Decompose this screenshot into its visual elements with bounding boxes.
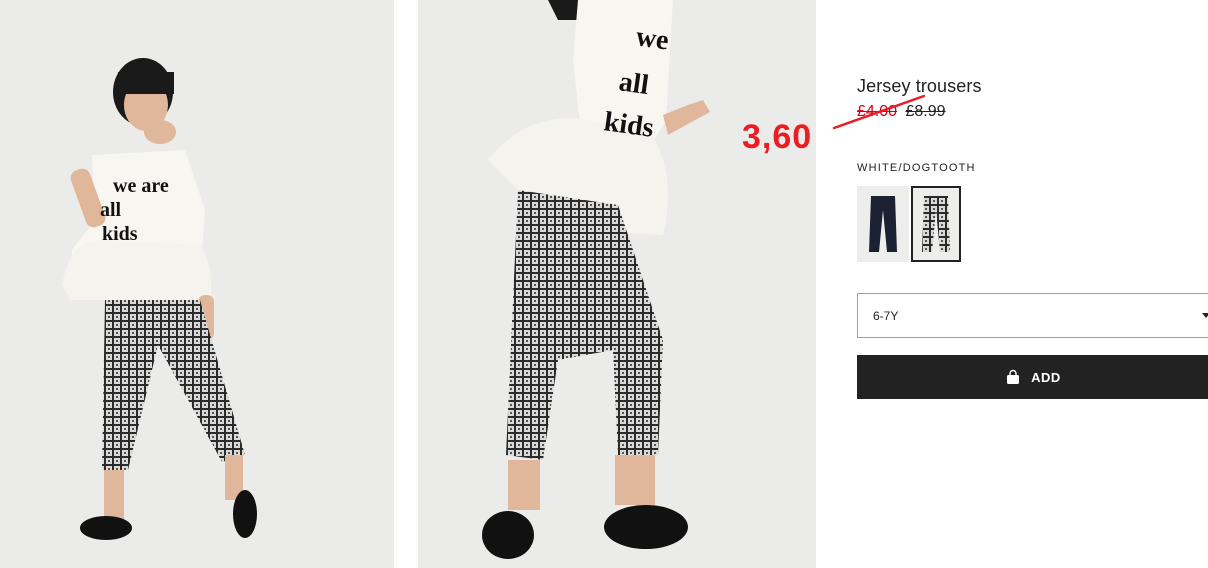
shirt-text-line-2: all xyxy=(100,199,122,221)
shirt-text-line-1: we are xyxy=(113,175,169,197)
trousers-thumbnail-icon xyxy=(913,188,959,260)
shopping-bag-icon xyxy=(1007,369,1020,384)
swatch-navy[interactable] xyxy=(857,186,909,262)
annotation-strike-line xyxy=(832,94,926,130)
trousers-thumbnail-icon xyxy=(857,186,909,262)
model-illustration: we are all kids xyxy=(0,0,394,568)
product-image-detail[interactable]: we all kids xyxy=(418,0,816,568)
add-button-label: ADD xyxy=(1031,369,1061,385)
chevron-down-icon xyxy=(1202,313,1208,318)
shirt-text-line-3: kids xyxy=(102,223,138,245)
size-selected-value: 6-7Y xyxy=(873,309,899,323)
model-illustration: we all kids xyxy=(418,0,816,568)
annotation-price: 3,60 xyxy=(742,118,813,156)
color-label: WHITE/DOGTOOTH xyxy=(857,162,976,174)
add-to-bag-button[interactable]: ADD xyxy=(857,355,1208,399)
swatch-white-dogtooth[interactable] xyxy=(911,186,961,262)
product-image-front[interactable]: we are all kids xyxy=(0,0,394,568)
size-select[interactable]: 6-7Y xyxy=(857,293,1208,338)
shirt-text-line-2: all xyxy=(617,66,651,101)
shirt-text-line-1: we xyxy=(634,21,671,56)
